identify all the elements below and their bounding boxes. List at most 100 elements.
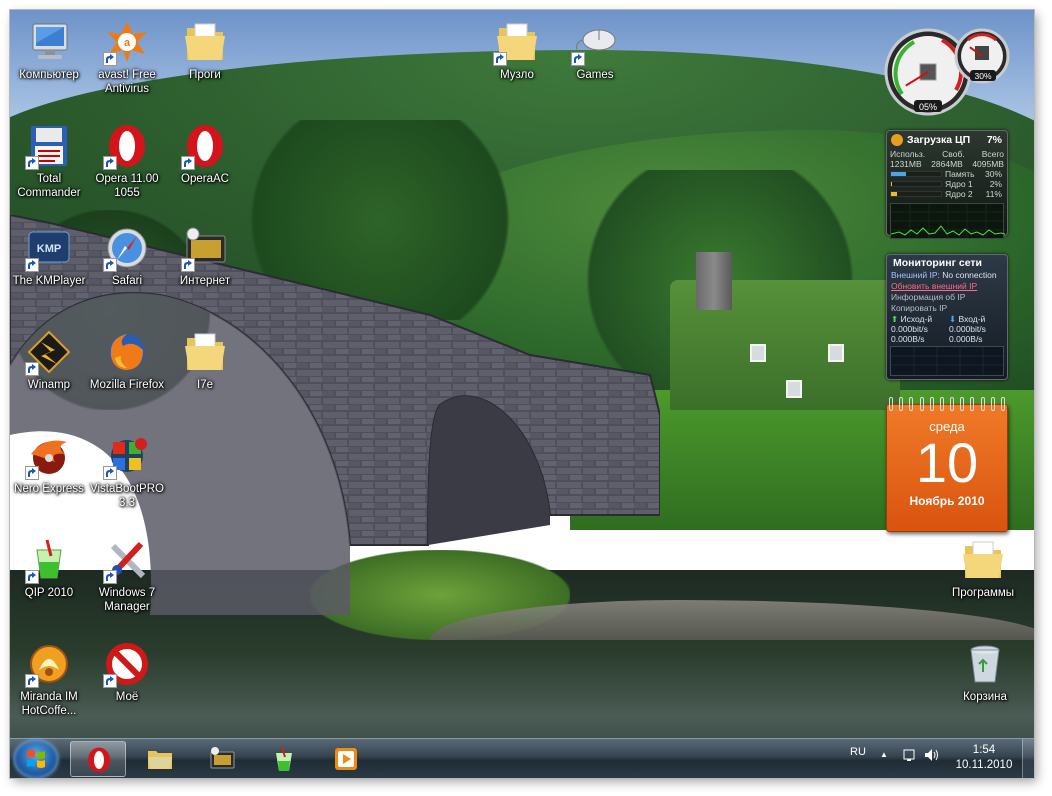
desktop-icon-vistabootpro[interactable]: VistaBootPRO 3.3 bbox=[88, 432, 166, 510]
shortcut-arrow-icon bbox=[103, 52, 117, 66]
calendar-day: 10 bbox=[915, 431, 979, 494]
desktop-icon-opera-11[interactable]: Opera 11.00 1055 bbox=[88, 122, 166, 200]
computer-icon bbox=[25, 18, 73, 66]
ip-info-link[interactable]: Информация об IP bbox=[887, 292, 1007, 303]
upload-bytes: 0.000B/s bbox=[891, 334, 925, 344]
shortcut-arrow-icon bbox=[103, 674, 117, 688]
show-desktop-button[interactable] bbox=[1022, 739, 1034, 778]
internet-icon bbox=[208, 745, 236, 773]
core2-usage-fill bbox=[891, 192, 897, 196]
shortcut-arrow-icon bbox=[25, 258, 39, 272]
cpu-meter-value: 05% bbox=[919, 102, 937, 112]
cpu-usage-percent: 7% bbox=[986, 134, 1002, 146]
desktop-icon-games[interactable]: Games bbox=[556, 18, 634, 82]
no-entry-icon bbox=[103, 640, 151, 688]
external-ip-value: No connection bbox=[942, 270, 997, 280]
calendar-gadget[interactable]: среда 10 Ноябрь 2010 bbox=[886, 397, 1008, 532]
winamp-icon bbox=[25, 328, 73, 376]
taskbar-opera-button[interactable] bbox=[70, 741, 126, 777]
shortcut-arrow-icon bbox=[181, 258, 195, 272]
language-indicator[interactable]: RU bbox=[850, 746, 866, 758]
internet-icon bbox=[181, 224, 229, 272]
start-button[interactable] bbox=[14, 740, 58, 778]
safari-icon bbox=[103, 224, 151, 272]
shortcut-arrow-icon bbox=[25, 466, 39, 480]
core1-usage-fill bbox=[891, 182, 892, 186]
desktop-icon-computer[interactable]: Компьютер bbox=[10, 18, 88, 82]
system-tray: RU ▲ 1:54 10.11.2010 bbox=[834, 739, 1034, 778]
upload-arrow-icon: ⬆ bbox=[891, 314, 899, 324]
cpu-usage-gadget[interactable]: Загрузка ЦП 7% Использ. Своб. Всего 1231… bbox=[886, 130, 1008, 239]
desktop-icon-programmy[interactable]: Программы bbox=[942, 536, 1024, 600]
traffic-bytes: 0.000B/s 0.000B/s bbox=[887, 334, 1007, 344]
opera-icon bbox=[103, 122, 151, 170]
desktop-icon-winamp[interactable]: Winamp bbox=[10, 328, 88, 392]
taskbar: RU ▲ 1:54 10.11.2010 bbox=[10, 738, 1034, 778]
desktop-icon-qip[interactable]: QIP 2010 bbox=[10, 536, 88, 600]
core2-usage-row: Ядро 2 11% bbox=[887, 189, 1007, 199]
traffic-headers: ⬆ Исход-й ⬇ Вход-й bbox=[891, 314, 986, 324]
cpu-meter-gadget[interactable]: 05% 30% bbox=[884, 20, 1014, 120]
traffic-bits: 0.000bit/s 0.000bit/s bbox=[887, 324, 1007, 334]
memory-usage-row: Память 30% bbox=[887, 169, 1007, 179]
tray-expand-icon[interactable]: ▲ bbox=[880, 750, 888, 759]
desktop-icon-total-commander[interactable]: Total Commander bbox=[10, 122, 88, 200]
desktop-icon-operaac[interactable]: OperaAC bbox=[166, 122, 244, 186]
desktop-icon-safari[interactable]: Safari bbox=[88, 224, 166, 288]
desktop-icon-internet[interactable]: Интернет bbox=[166, 224, 244, 288]
shortcut-arrow-icon bbox=[25, 362, 39, 376]
desktop-icon-avast[interactable]: a avast! Free Antivirus bbox=[88, 18, 166, 96]
shortcut-arrow-icon bbox=[571, 52, 585, 66]
folder-icon bbox=[181, 18, 229, 66]
folder-icon bbox=[493, 18, 541, 66]
desktop-icon-firefox[interactable]: Mozilla Firefox bbox=[88, 328, 166, 392]
desktop-icon-i7e[interactable]: I7e bbox=[166, 328, 244, 392]
taskbar-internet-button[interactable] bbox=[194, 741, 250, 777]
qip-icon bbox=[270, 745, 298, 773]
network-monitor-gadget[interactable]: Мониторинг сети Внешний IP: No connectio… bbox=[886, 254, 1008, 380]
svg-text:KMP: KMP bbox=[37, 243, 61, 255]
volume-icon[interactable] bbox=[924, 748, 940, 767]
kmplayer-icon: KMP bbox=[25, 224, 73, 272]
copy-ip-link[interactable]: Копировать IP bbox=[887, 303, 1007, 314]
avast-icon: a bbox=[103, 18, 151, 66]
taskbar-explorer-button[interactable] bbox=[132, 741, 188, 777]
total-commander-icon bbox=[25, 122, 73, 170]
action-center-icon[interactable] bbox=[902, 748, 916, 767]
refresh-ip-link[interactable]: Обновить внешний IP bbox=[887, 281, 1007, 292]
mouse-icon bbox=[571, 18, 619, 66]
upload-bits: 0.000bit/s bbox=[891, 324, 928, 334]
shortcut-arrow-icon bbox=[103, 466, 117, 480]
desktop-icon-miranda[interactable]: Miranda IM HotCoffe... bbox=[10, 640, 88, 718]
vistabootpro-icon bbox=[103, 432, 151, 480]
memory-headers: Использ. Своб. Всего bbox=[890, 149, 1004, 159]
taskbar-media-player-button[interactable] bbox=[318, 741, 374, 777]
cpu-history-graph bbox=[890, 203, 1006, 239]
memory-meter-value: 30% bbox=[974, 71, 991, 81]
download-bits: 0.000bit/s bbox=[949, 324, 986, 334]
memory-values: 1231MB 2864MB 4095MB bbox=[890, 159, 1004, 169]
desktop-icon-progi[interactable]: Проги bbox=[166, 18, 244, 82]
shortcut-arrow-icon bbox=[181, 156, 195, 170]
windows-logo-icon bbox=[27, 750, 45, 768]
svg-text:a: a bbox=[124, 37, 131, 49]
desktop-icon-windows7-manager[interactable]: Windows 7 Manager bbox=[88, 536, 166, 614]
desktop-icon-muzlo[interactable]: Музло bbox=[478, 18, 556, 82]
opera-icon bbox=[85, 746, 113, 774]
desktop-icon-recycle-bin[interactable]: Корзина bbox=[946, 640, 1024, 704]
desktop-icon-kmplayer[interactable]: KMP The KMPlayer bbox=[10, 224, 88, 288]
desktop-icon-moe[interactable]: Моё bbox=[88, 640, 166, 704]
network-monitor-title: Мониторинг сети bbox=[893, 257, 983, 269]
firefox-icon bbox=[103, 328, 151, 376]
miranda-icon bbox=[25, 640, 73, 688]
qip-icon bbox=[25, 536, 73, 584]
desktop-icon-nero-express[interactable]: Nero Express bbox=[10, 432, 88, 496]
external-ip-line: Внешний IP: No connection bbox=[891, 270, 997, 280]
recycle-bin-icon bbox=[961, 640, 1009, 688]
clock[interactable]: 1:54 10.11.2010 bbox=[949, 743, 1019, 773]
taskbar-qip-button[interactable] bbox=[256, 741, 312, 777]
shortcut-arrow-icon bbox=[103, 156, 117, 170]
cpu-usage-header: Загрузка ЦП 7% bbox=[887, 131, 1007, 149]
clock-time: 1:54 bbox=[972, 744, 996, 756]
download-bytes: 0.000B/s bbox=[949, 334, 983, 344]
